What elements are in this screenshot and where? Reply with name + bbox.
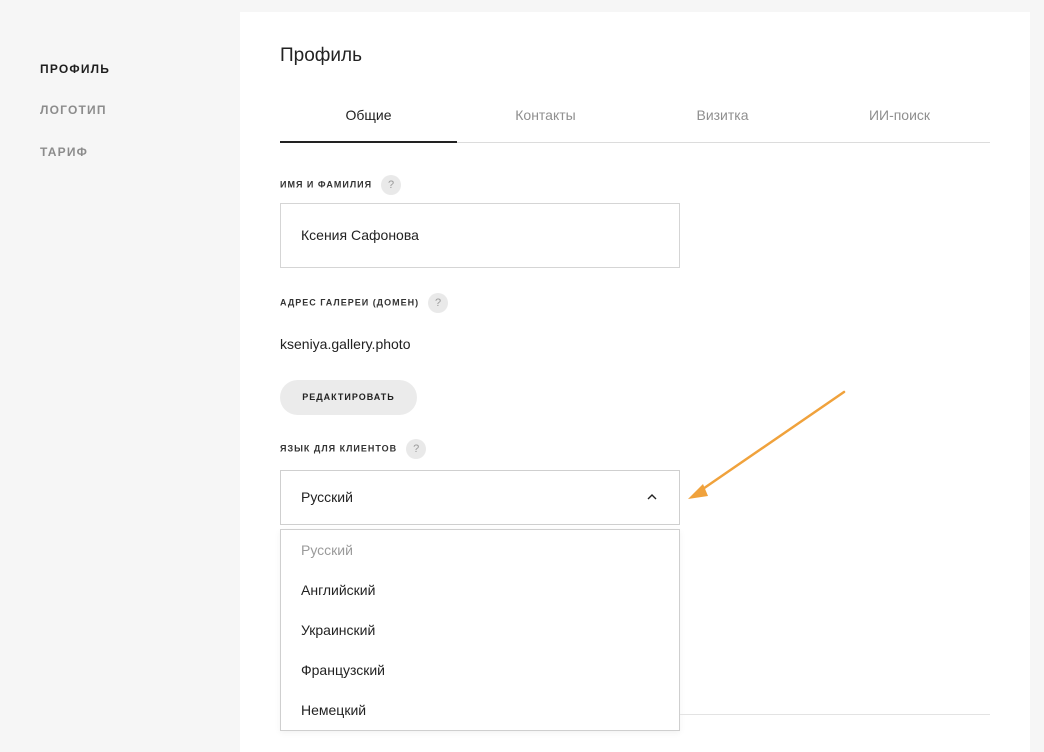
language-dropdown: Русский Английский Украинский Французски… — [280, 529, 680, 731]
language-field-label: ЯЗЫК ДЛЯ КЛИЕНТОВ? — [280, 439, 427, 459]
name-field-label: ИМЯ И ФАМИЛИЯ? — [280, 175, 402, 195]
language-option-german[interactable]: Немецкий — [281, 690, 679, 730]
page-title: Профиль — [280, 45, 363, 66]
language-option-russian[interactable]: Русский — [281, 530, 679, 570]
chevron-up-icon[interactable] — [645, 490, 659, 504]
language-help-icon[interactable]: ? — [406, 439, 427, 459]
edit-domain-button[interactable]: РЕДАКТИРОВАТЬ — [280, 380, 417, 415]
sidebar-item-tariff[interactable]: ТАРИФ — [40, 145, 88, 159]
language-select[interactable]: Русский — [280, 470, 680, 525]
tab-bar: Общие Контакты Визитка ИИ-поиск — [280, 104, 990, 143]
sidebar: ПРОФИЛЬ ЛОГОТИП ТАРИФ — [0, 0, 240, 740]
tab-general[interactable]: Общие — [280, 104, 457, 143]
domain-field-label: АДРЕС ГАЛЕРЕИ (ДОМЕН)? — [280, 293, 449, 313]
language-option-english[interactable]: Английский — [281, 570, 679, 610]
name-label-text: ИМЯ И ФАМИЛИЯ — [280, 179, 373, 190]
tab-contacts[interactable]: Контакты — [457, 104, 634, 142]
sidebar-item-logo[interactable]: ЛОГОТИП — [40, 103, 107, 117]
sidebar-item-profile[interactable]: ПРОФИЛЬ — [40, 62, 110, 76]
tab-business-card[interactable]: Визитка — [634, 104, 811, 142]
profile-panel: Профиль Общие Контакты Визитка ИИ-поиск … — [240, 12, 1030, 752]
language-option-ukrainian[interactable]: Украинский — [281, 610, 679, 650]
domain-help-icon[interactable]: ? — [428, 293, 449, 313]
domain-label-text: АДРЕС ГАЛЕРЕИ (ДОМЕН) — [280, 297, 420, 308]
language-label-text: ЯЗЫК ДЛЯ КЛИЕНТОВ — [280, 443, 398, 454]
section-divider — [680, 714, 990, 715]
tab-ai-search[interactable]: ИИ-поиск — [811, 104, 988, 142]
domain-value: kseniya.gallery.photo — [280, 336, 411, 352]
name-help-icon[interactable]: ? — [381, 175, 402, 195]
language-select-value: Русский — [301, 489, 353, 505]
name-input[interactable]: Ксения Сафонова — [280, 203, 680, 268]
language-option-french[interactable]: Французский — [281, 650, 679, 690]
